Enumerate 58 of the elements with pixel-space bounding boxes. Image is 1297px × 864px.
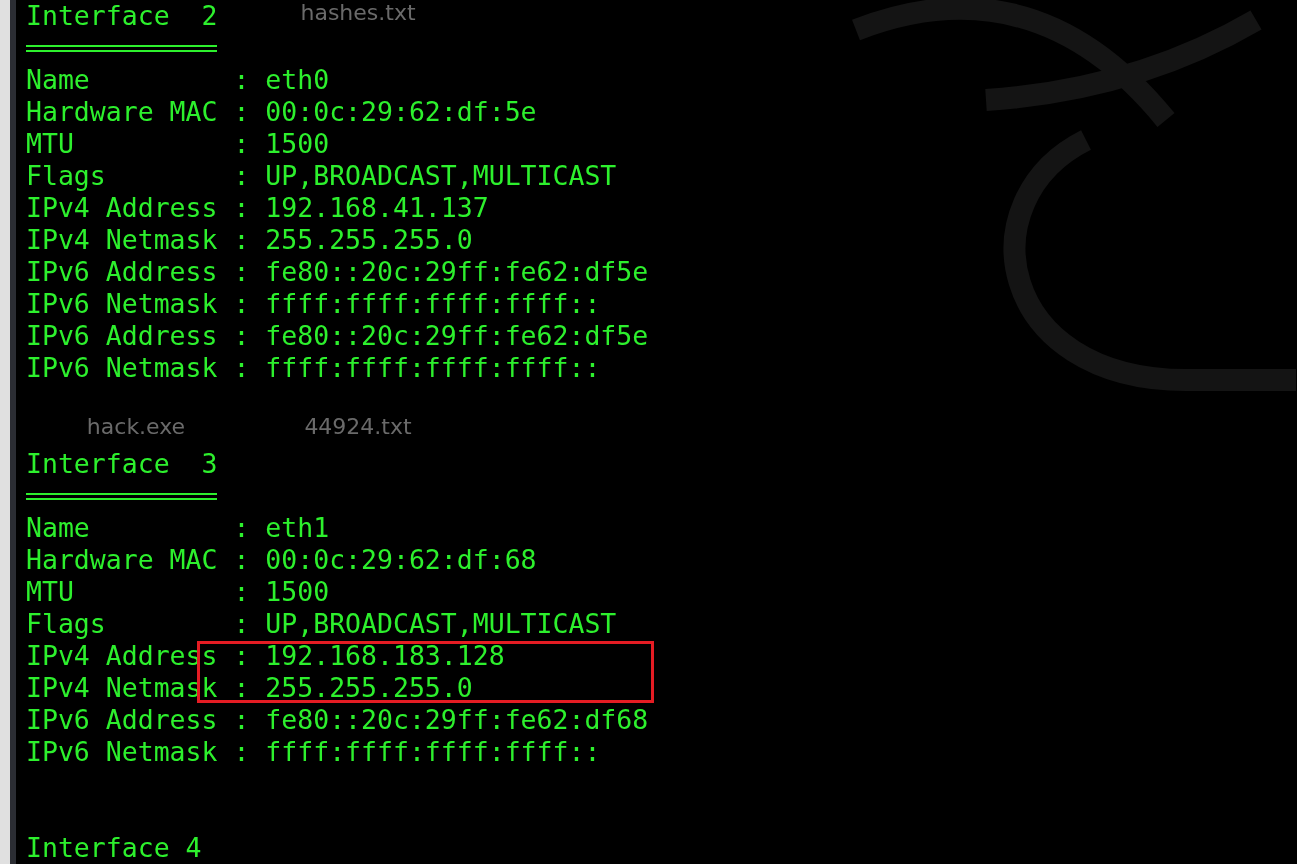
field-value: 1500 [265, 576, 330, 608]
desktop-icon-label[interactable]: 44924.txt [304, 414, 412, 440]
field-label: IPv6 Netmask [26, 736, 219, 768]
field-label: IPv6 Netmask [26, 288, 219, 320]
field-label: IPv6 Address [26, 256, 219, 288]
field-label: IPv6 Address [26, 704, 219, 736]
desktop-icon-label[interactable]: hack.exe [86, 414, 186, 440]
separator: : [233, 160, 251, 192]
field-label: Flags [26, 160, 107, 192]
field-value: ffff:ffff:ffff:ffff:: [265, 352, 601, 384]
separator: : [233, 256, 251, 288]
field-value: ffff:ffff:ffff:ffff:: [265, 736, 601, 768]
separator: : [233, 128, 251, 160]
separator: : [233, 512, 251, 544]
field-label: Name [26, 64, 91, 96]
field-label: IPv4 Address [26, 192, 219, 224]
separator: : [233, 704, 251, 736]
separator: : [233, 224, 251, 256]
separator: : [233, 736, 251, 768]
field-label: MTU [26, 128, 75, 160]
separator: : [233, 192, 251, 224]
field-label: Flags [26, 608, 107, 640]
field-value: UP,BROADCAST,MULTICAST [265, 608, 617, 640]
field-value: fe80::20c:29ff:fe62:df5e [265, 320, 649, 352]
field-value: fe80::20c:29ff:fe62:df68 [265, 704, 649, 736]
interface-heading: Interface 2 [26, 0, 218, 32]
interface-heading: Interface 4 [26, 832, 202, 864]
desktop-icon-label[interactable]: hashes.txt [300, 0, 416, 26]
field-value: eth1 [265, 512, 330, 544]
field-label: IPv6 Address [26, 320, 219, 352]
separator: : [233, 96, 251, 128]
separator: : [233, 576, 251, 608]
field-label: MTU [26, 576, 75, 608]
field-value: fe80::20c:29ff:fe62:df5e [265, 256, 649, 288]
separator: : [233, 352, 251, 384]
interface-heading: Interface 3 [26, 448, 218, 480]
field-value: 255.255.255.0 [265, 672, 473, 704]
separator: : [233, 672, 251, 704]
field-label: Hardware MAC [26, 544, 219, 576]
field-value: ffff:ffff:ffff:ffff:: [265, 288, 601, 320]
field-value: 192.168.41.137 [265, 192, 489, 224]
field-label: IPv6 Netmask [26, 352, 219, 384]
field-value: UP,BROADCAST,MULTICAST [265, 160, 617, 192]
separator: : [233, 288, 251, 320]
separator: : [233, 608, 251, 640]
field-value: eth0 [265, 64, 330, 96]
field-value: 00:0c:29:62:df:68 [265, 544, 537, 576]
field-label: Hardware MAC [26, 96, 219, 128]
field-label: IPv4 Netmask [26, 224, 219, 256]
field-value: 255.255.255.0 [265, 224, 473, 256]
separator: : [233, 544, 251, 576]
field-label: Name [26, 512, 91, 544]
separator: : [233, 320, 251, 352]
separator: : [233, 640, 251, 672]
field-value: 00:0c:29:62:df:5e [265, 96, 537, 128]
field-value: 1500 [265, 128, 330, 160]
field-value: 192.168.183.128 [265, 640, 505, 672]
separator: : [233, 64, 251, 96]
